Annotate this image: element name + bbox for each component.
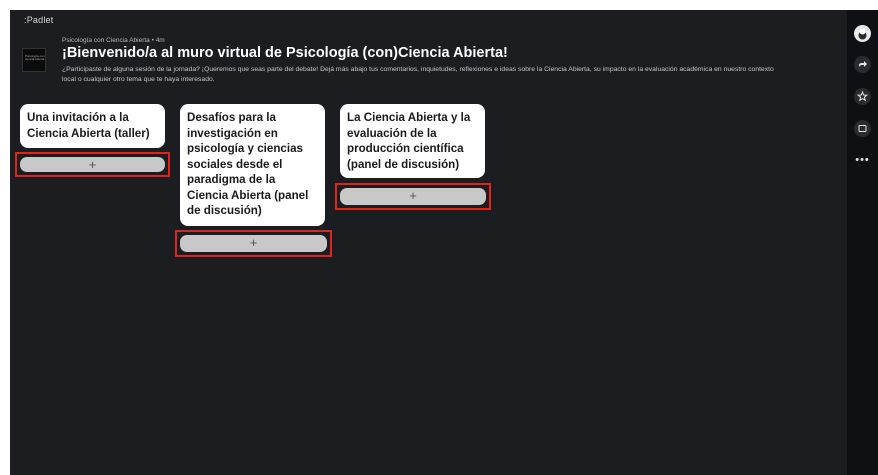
thumbnail-text: Psicología con ciencia abierta — [25, 54, 45, 61]
page-title: ¡Bienvenido/a al muro virtual de Psicolo… — [62, 45, 508, 61]
add-post-button[interactable]: + — [340, 188, 486, 205]
add-post-highlight: + — [335, 183, 491, 210]
padlet-logo[interactable]: :Padlet — [24, 15, 53, 25]
column-header-desafios[interactable]: Desafíos para la investigación en psicol… — [180, 104, 325, 226]
column-title: Una invitación a la Ciencia Abierta (tal… — [27, 111, 150, 140]
right-toolbar: ••• — [847, 10, 878, 475]
share-icon[interactable] — [854, 56, 871, 73]
user-avatar-icon[interactable] — [854, 25, 871, 42]
author-line: Psicología con Ciencia Abierta • 4m — [62, 37, 165, 44]
add-post-highlight: + — [175, 230, 332, 257]
column-title: Desafíos para la investigación en psicol… — [187, 111, 309, 217]
star-icon[interactable] — [854, 88, 871, 105]
add-post-button[interactable]: + — [20, 157, 165, 172]
more-options-icon[interactable]: ••• — [854, 152, 871, 169]
column-header-taller[interactable]: Una invitación a la Ciencia Abierta (tal… — [20, 104, 165, 148]
board-description: ¿Participaste de alguna sesión de la jor… — [62, 66, 774, 83]
add-post-highlight: + — [15, 152, 170, 177]
slideshow-icon[interactable] — [854, 120, 871, 137]
column-header-evaluacion[interactable]: La Ciencia Abierta y la evaluación de la… — [340, 104, 485, 178]
add-post-button[interactable]: + — [180, 235, 327, 252]
column-title: La Ciencia Abierta y la evaluación de la… — [347, 111, 471, 171]
board-thumbnail: Psicología con ciencia abierta — [22, 48, 46, 72]
